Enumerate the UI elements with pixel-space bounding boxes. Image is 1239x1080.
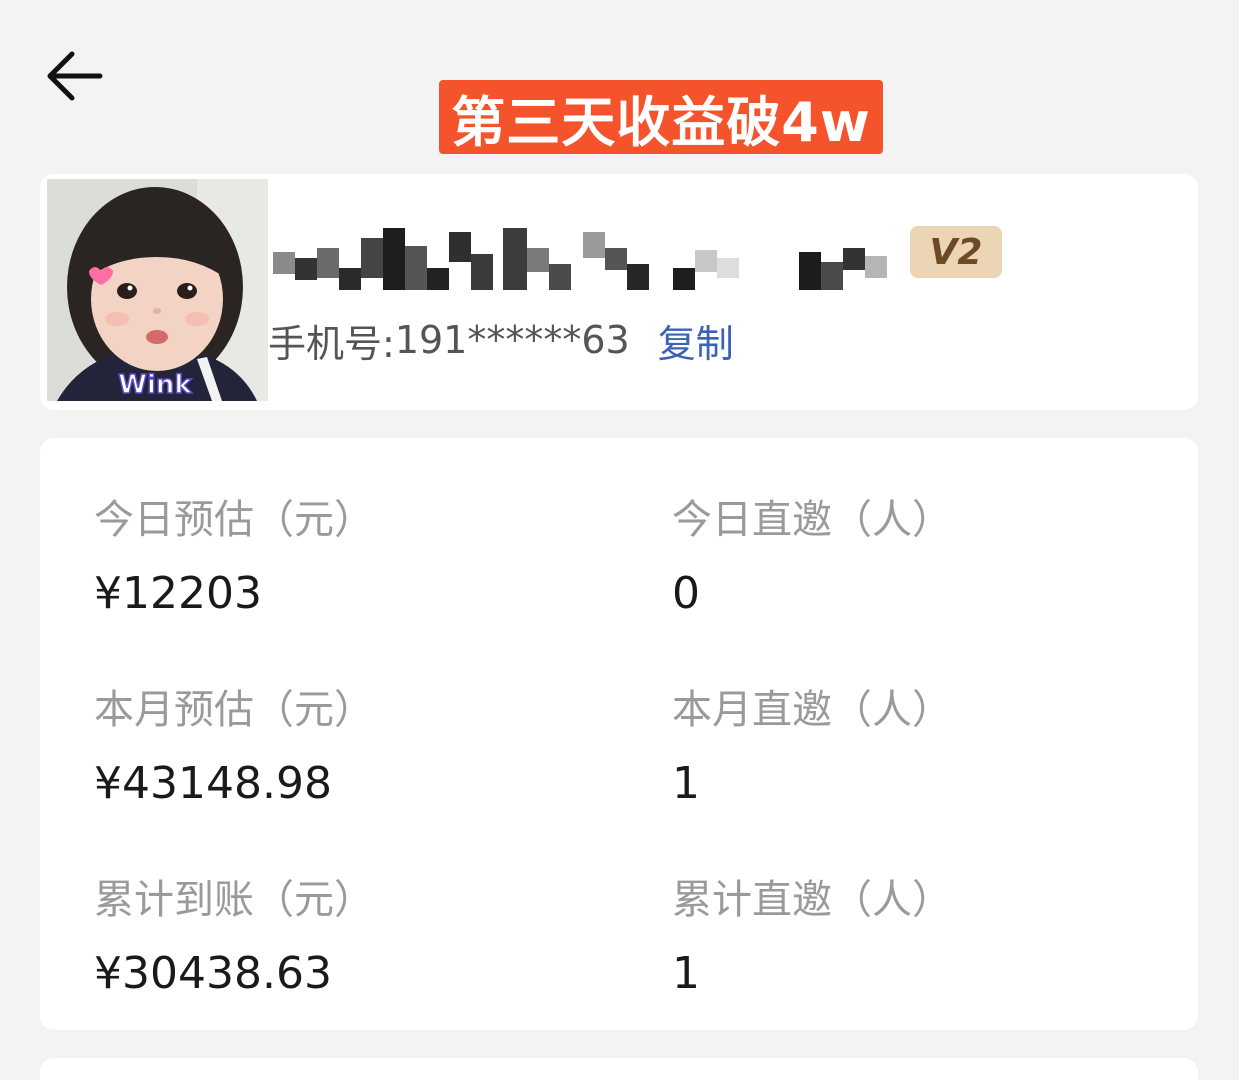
profile-card: Wink V2 手机号: 191******63 复制	[40, 174, 1198, 410]
stat-label: 本月直邀（人）	[672, 687, 952, 733]
stat-value: ¥12203	[94, 568, 262, 619]
stat-today-estimate: 今日预估（元） ¥12203	[94, 492, 594, 622]
stat-today-invites: 今日直邀（人） 0	[672, 492, 1172, 622]
banner-title: 第三天收益破4w	[439, 80, 883, 154]
avatar-image: Wink	[47, 179, 268, 401]
page: 第三天收益破4w Wink V2 手机号: 191******63 复制 今日预…	[0, 0, 1239, 1080]
back-button[interactable]	[38, 44, 110, 108]
copy-button[interactable]: 复制	[658, 313, 734, 368]
stat-total-received: 累计到账（元） ¥30438.63	[94, 872, 594, 1002]
username-redacted	[273, 228, 887, 290]
phone-label: 手机号:	[268, 321, 395, 366]
stat-label: 今日预估（元）	[94, 497, 374, 543]
stat-label: 累计直邀（人）	[672, 877, 952, 923]
stat-value: 1	[672, 758, 700, 809]
phone-row: 手机号: 191******63 复制	[268, 312, 734, 368]
stat-value: 1	[672, 948, 700, 999]
stat-total-invites: 累计直邀（人） 1	[672, 872, 1172, 1002]
next-card	[40, 1058, 1198, 1080]
stat-label: 累计到账（元）	[94, 877, 374, 923]
stat-label: 今日直邀（人）	[672, 497, 952, 543]
phone-number: 191******63	[394, 318, 630, 362]
stat-label: 本月预估（元）	[94, 687, 374, 733]
avatar-caption: Wink	[118, 370, 192, 400]
stats-card: 今日预估（元） ¥12203 今日直邀（人） 0 本月预估（元） ¥43148.…	[40, 438, 1198, 1030]
stat-month-estimate: 本月预估（元） ¥43148.98	[94, 682, 594, 812]
avatar[interactable]: Wink	[47, 179, 268, 401]
level-badge: V2	[910, 226, 1002, 278]
stat-month-invites: 本月直邀（人） 1	[672, 682, 1172, 812]
stat-value: 0	[672, 568, 700, 619]
stat-value: ¥30438.63	[94, 948, 332, 999]
arrow-left-icon	[47, 51, 103, 101]
stat-value: ¥43148.98	[94, 758, 332, 809]
